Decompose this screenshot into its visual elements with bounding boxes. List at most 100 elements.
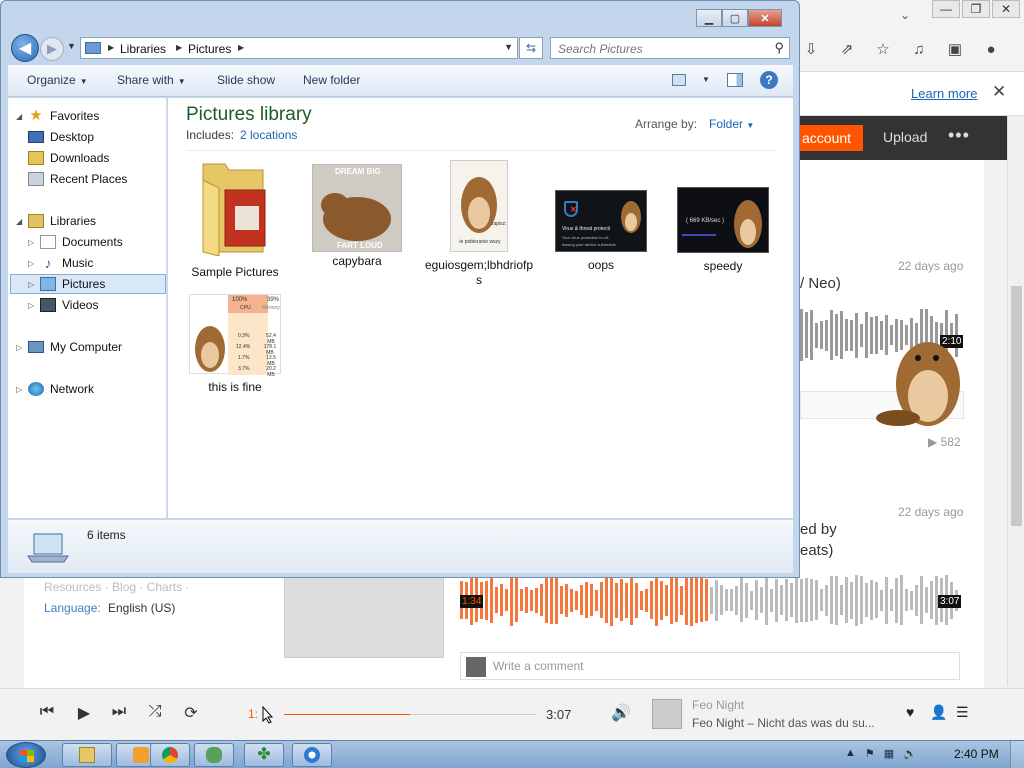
player-title[interactable]: Feo Night – Nicht das was du su... [692,716,875,730]
search-icon[interactable]: ⚲ [774,40,784,56]
arrange-by-dropdown[interactable]: Folder ▼ [709,117,754,131]
file-item-speedy[interactable]: ( 669 KB/sec ) speedy [668,187,778,274]
taskbar-explorer[interactable] [62,743,112,767]
scrollbar-thumb[interactable] [1011,286,1022,526]
minimize-icon[interactable]: ▁ [696,9,722,27]
network-icon[interactable]: ▦ [884,747,894,760]
taskbar-itunes[interactable] [292,743,332,767]
taskbar-chrome[interactable] [150,743,190,767]
nav-downloads[interactable]: Downloads [28,148,109,168]
share-icon[interactable]: ⇗ [836,40,858,58]
page-scrollbar[interactable] [1007,116,1024,686]
track-artwork[interactable] [652,699,682,729]
chevron-down-icon[interactable]: ▼ [702,75,710,84]
breadcrumb-separator-icon[interactable]: ▶ [108,43,114,52]
learn-more-link[interactable]: Learn more [911,86,977,101]
help-icon[interactable]: ? [760,71,778,89]
file-item-eguiosgem[interactable]: zapisz: jy ie pobieranie wszy eguiosgem;… [424,160,534,288]
action-center-icon[interactable]: ⚑ [865,747,875,760]
nav-desktop[interactable]: Desktop [28,127,94,147]
taskbar-app-green[interactable]: ✤ [244,743,284,767]
expand-icon[interactable]: ▷ [28,238,40,247]
bookmark-star-icon[interactable]: ☆ [872,40,894,58]
nav-favorites[interactable]: ◢ ★ Favorites [16,106,99,126]
tab-list-icon[interactable]: ⌄ [900,8,910,22]
play-icon[interactable]: ▶ [73,703,95,723]
clock[interactable]: 2:40 PM [954,747,999,761]
nav-my-computer[interactable]: ▷ My Computer [16,337,122,357]
breadcrumb-separator-icon[interactable]: ▶ [176,43,182,52]
follow-icon[interactable]: 👤 [930,704,947,721]
track-title-line[interactable]: ed by [800,521,837,538]
share-with-button[interactable]: Share with ▼ [117,73,186,87]
volume-icon[interactable]: 🔊 [611,703,631,723]
organize-button[interactable]: Organize ▼ [27,73,88,87]
install-icon[interactable]: ⇩ [800,40,822,58]
media-control-icon[interactable]: ♫ [908,41,930,58]
address-dropdown-icon[interactable]: ▼ [504,42,513,52]
back-icon[interactable]: ◀ [11,34,39,62]
forward-icon[interactable]: ▶ [40,37,64,61]
volume-icon[interactable]: 🔈 [903,747,917,760]
breadcrumb-separator-icon[interactable]: ▶ [238,43,244,52]
taskbar-people[interactable] [194,743,234,767]
upload-link[interactable]: Upload [883,129,927,145]
file-item-capybara[interactable]: DREAM BIG FART LOUD capybara [302,164,412,269]
previous-icon[interactable]: ⏮ [36,703,58,721]
footer-links[interactable]: Resources · Blog · Charts · [44,580,189,594]
file-item-sample-pictures[interactable]: Sample Pictures [180,160,290,280]
player-progress[interactable] [284,714,536,715]
address-bar[interactable]: ▶ Libraries ▶ Pictures ▶ ▼ [80,37,518,59]
recent-pages-icon[interactable]: ▼ [67,41,76,51]
slide-show-button[interactable]: Slide show [217,73,275,87]
comment-input[interactable]: Write a comment [460,652,960,680]
show-desktop-button[interactable] [1010,741,1024,768]
refresh-icon[interactable]: ⇆ [519,37,543,59]
nav-music[interactable]: ▷ ♪ Music [28,253,93,273]
like-icon[interactable]: ♥ [906,704,914,720]
nav-network[interactable]: ▷ Network [16,379,94,399]
change-view-icon[interactable] [672,74,686,86]
minimize-icon[interactable]: — [932,0,960,18]
expand-icon[interactable]: ▷ [16,343,28,352]
file-item-oops[interactable]: ✕ Virus & threat protecti Your virus pro… [546,190,656,273]
track-title-line[interactable]: eats) [800,542,833,559]
track-title[interactable]: / Neo) [800,275,841,292]
breadcrumb-libraries[interactable]: Libraries [120,42,166,56]
expand-icon[interactable]: ▷ [28,301,40,310]
queue-icon[interactable]: ☰ [956,704,969,721]
nav-documents[interactable]: ▷ Documents [28,232,123,252]
menu-icon[interactable]: ⋮ [1016,40,1024,58]
collapse-icon[interactable]: ◢ [16,217,28,226]
create-account-button[interactable]: account [800,125,863,151]
preview-pane-icon[interactable] [727,73,743,87]
nav-recent-places[interactable]: Recent Places [28,169,127,189]
next-icon[interactable]: ⏭ [108,703,130,721]
expand-icon[interactable]: ▷ [28,259,40,268]
nav-pictures[interactable]: ▷ Pictures [10,274,166,294]
player-artist[interactable]: Feo Night [692,698,744,712]
shuffle-icon[interactable]: ⤮ [144,703,166,721]
tray-expand-icon[interactable]: ▲ [845,747,856,760]
album-artwork[interactable] [284,572,444,658]
more-icon[interactable]: ••• [948,125,970,146]
restore-icon[interactable]: ❐ [962,0,990,18]
expand-icon[interactable]: ▷ [16,385,28,394]
maximize-icon[interactable]: ▢ [722,9,748,27]
close-icon[interactable]: ✕ [748,9,782,27]
breadcrumb-pictures[interactable]: Pictures [188,42,231,56]
profile-icon[interactable]: ● [980,41,1002,58]
nav-videos[interactable]: ▷ Videos [28,295,98,315]
new-folder-button[interactable]: New folder [303,73,360,87]
library-locations-link[interactable]: 2 locations [240,128,297,142]
close-icon[interactable]: ✕ [992,0,1020,18]
language-value[interactable]: English (US) [108,601,175,615]
title-bar[interactable]: ▁ ▢ ✕ [1,1,799,33]
collapse-icon[interactable]: ◢ [16,112,28,121]
search-input[interactable]: Search Pictures ⚲ [550,37,790,59]
side-panel-icon[interactable]: ▣ [944,40,966,58]
file-item-this-is-fine[interactable]: 100% CPU 39% Memory 0.3% 52.4 MB 12.4% 1… [180,294,290,395]
expand-icon[interactable]: ▷ [28,280,40,289]
nav-libraries[interactable]: ◢ Libraries [16,211,96,231]
start-button[interactable] [6,742,46,768]
